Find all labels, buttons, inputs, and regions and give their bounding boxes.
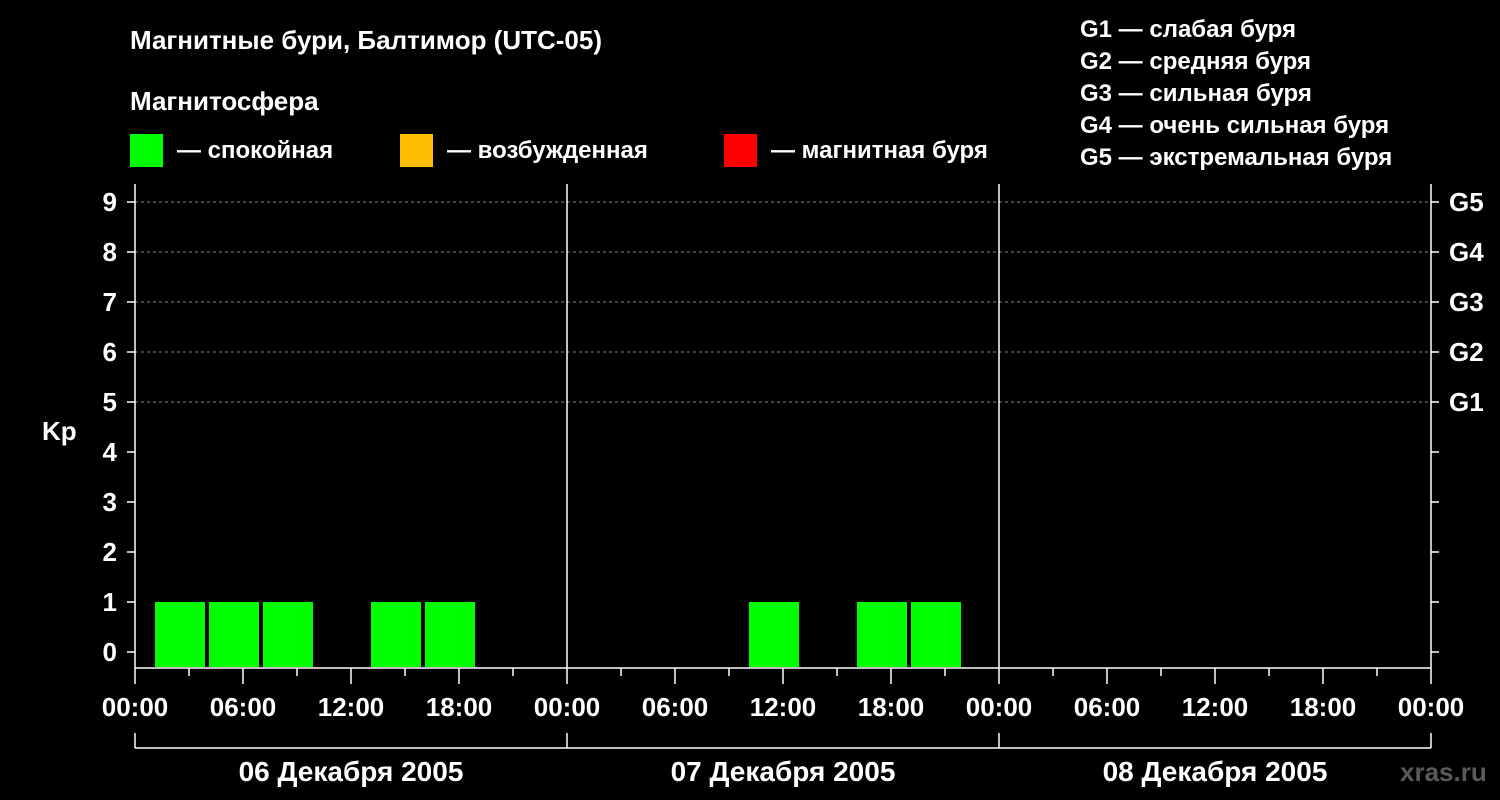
g-legend-g1: G1 — слабая буря [1080,16,1296,43]
legend-label-storm: — магнитная буря [771,137,988,164]
day-label-2: 07 Декабря 2005 [671,756,896,787]
x-tick-label-5: 06:00 [642,692,709,722]
g-level-label-g5: G5 [1449,187,1484,217]
x-tick-label-0: 00:00 [102,692,169,722]
x-tick-label-1: 06:00 [210,692,277,722]
y-tick-label-3: 3 [103,487,117,517]
x-tick-label-10: 12:00 [1182,692,1249,722]
g-legend-g5: G5 — экстремальная буря [1080,144,1392,171]
x-tick-label-3: 18:00 [426,692,493,722]
x-tick-label-11: 18:00 [1290,692,1357,722]
kp-bar-2 [209,602,259,667]
kp-bar-5 [425,602,475,667]
y-tick-label-0: 0 [103,637,117,667]
y-tick-label-5: 5 [103,387,117,417]
kp-bar-7 [857,602,907,667]
y-tick-label-2: 2 [103,537,117,567]
kp-bar-1 [155,602,205,667]
g-level-label-g3: G3 [1449,287,1484,317]
y-tick-label-8: 8 [103,237,117,267]
plot-area: 0 1 2 3 4 5 6 7 8 9 G1 G2 G3 G4 G5 00:00 06:00 12:00 18:00… [102,184,1484,787]
legend-swatch-disturbed [400,134,433,167]
g-legend-g2: G2 — средняя буря [1080,48,1311,75]
y-axis-label: Kp [42,416,77,446]
x-tick-label-4: 00:00 [534,692,601,722]
g-legend-g4: G4 — очень сильная буря [1080,112,1389,139]
y-tick-label-7: 7 [103,287,117,317]
kp-bar-3 [263,602,313,667]
chart-title: Магнитные бури, Балтимор (UTC-05) [130,25,602,55]
kp-chart: Магнитные бури, Балтимор (UTC-05) Магнит… [42,16,1487,787]
day-label-1: 06 Декабря 2005 [239,756,464,787]
x-tick-label-7: 18:00 [858,692,925,722]
x-tick-label-6: 12:00 [750,692,817,722]
magnetosphere-heading: Магнитосфера [130,86,319,116]
kp-bar-6 [749,602,799,667]
g-level-label-g4: G4 [1449,237,1484,267]
day-label-3: 08 Декабря 2005 [1103,756,1328,787]
state-legend: — спокойная — возбужденная — магнитная б… [130,134,988,167]
g-scale-legend: G1 — слабая буря G2 — средняя буря G3 — … [1080,16,1392,171]
y-tick-label-6: 6 [103,337,117,367]
watermark: xras.ru [1400,757,1487,787]
x-tick-label-2: 12:00 [318,692,385,722]
legend-swatch-storm [724,134,757,167]
g-legend-g3: G3 — сильная буря [1080,80,1312,107]
kp-bar-4 [371,602,421,667]
x-tick-label-9: 06:00 [1074,692,1141,722]
g-level-label-g1: G1 [1449,387,1484,417]
legend-label-calm: — спокойная [177,137,333,164]
g-level-label-g2: G2 [1449,337,1484,367]
x-tick-label-12: 00:00 [1398,692,1465,722]
legend-swatch-calm [130,134,163,167]
legend-label-disturbed: — возбужденная [447,137,648,164]
y-tick-label-4: 4 [103,437,118,467]
kp-bar-8 [911,602,961,667]
x-tick-label-8: 00:00 [966,692,1033,722]
y-tick-label-9: 9 [103,187,117,217]
y-tick-label-1: 1 [103,587,117,617]
